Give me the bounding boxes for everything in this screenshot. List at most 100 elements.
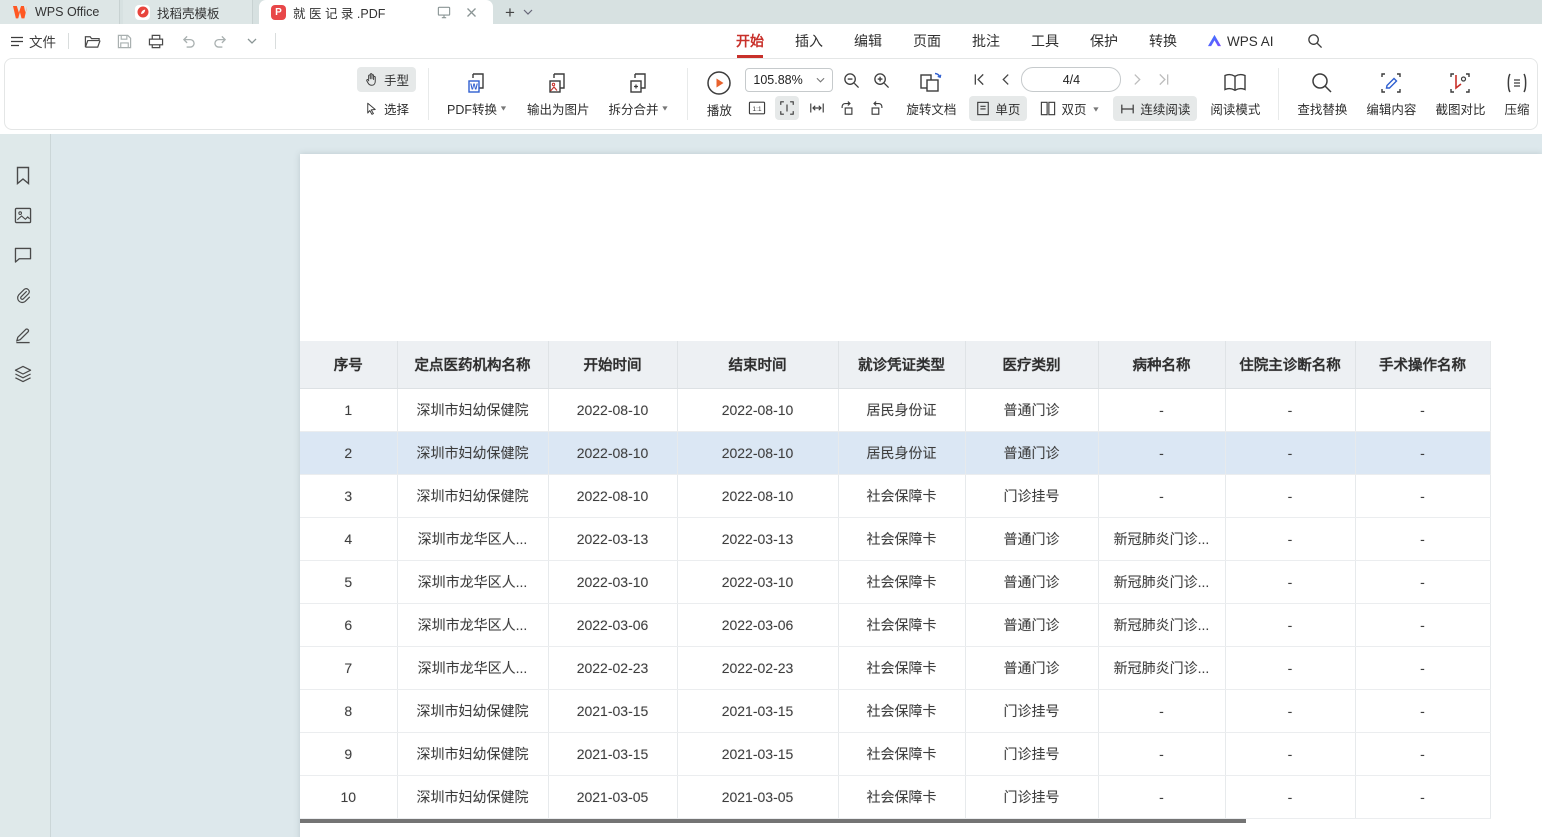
table-header-cell: 结束时间 [677, 341, 838, 388]
continuous-read-icon [1120, 102, 1135, 116]
last-page-button[interactable] [1153, 69, 1173, 91]
table-cell: - [1098, 474, 1225, 517]
table-cell: 1 [300, 388, 397, 431]
undo-icon[interactable] [177, 30, 199, 52]
read-mode-button[interactable]: 阅读模式 [1204, 67, 1266, 122]
tab-list-chevron-icon[interactable] [523, 9, 533, 15]
bookmark-icon[interactable] [13, 165, 33, 185]
menu-edit[interactable]: 编辑 [853, 27, 883, 55]
select-tool-button[interactable]: 选择 [357, 96, 416, 121]
rotate-document-button[interactable]: 旋转文档 [900, 67, 962, 122]
find-replace-button[interactable]: 查找替换 [1291, 67, 1353, 122]
print-icon[interactable] [145, 30, 167, 52]
table-row: 2深圳市妇幼保健院2022-08-102022-08-10居民身份证普通门诊--… [300, 431, 1490, 474]
next-page-button[interactable] [1127, 69, 1147, 91]
table-header-cell: 病种名称 [1098, 341, 1225, 388]
single-page-button[interactable]: 单页 [969, 96, 1027, 121]
zoom-in-button[interactable] [869, 68, 893, 92]
play-icon [706, 70, 732, 96]
pdf-page[interactable]: 序号定点医药机构名称开始时间结束时间就诊凭证类型医疗类别病种名称住院主诊断名称手… [300, 154, 1542, 837]
page-number-input[interactable] [1021, 67, 1121, 92]
menu-comment[interactable]: 批注 [971, 27, 1001, 55]
table-row: 1深圳市妇幼保健院2022-08-102022-08-10居民身份证普通门诊--… [300, 388, 1490, 431]
screenshot-compare-button[interactable]: 截图对比 [1429, 67, 1491, 122]
table-cell: - [1355, 388, 1490, 431]
table-horizontal-scrollbar[interactable] [300, 819, 1246, 823]
file-menu-button[interactable]: 文件 [10, 31, 56, 51]
table-cell: 深圳市妇幼保健院 [397, 388, 548, 431]
table-row: 9深圳市妇幼保健院2021-03-152021-03-15社会保障卡门诊挂号--… [300, 732, 1490, 775]
previous-page-button[interactable] [995, 69, 1015, 91]
table-cell: 2022-08-10 [548, 388, 677, 431]
table-cell: 2022-03-06 [677, 603, 838, 646]
play-button[interactable]: 播放 [700, 66, 738, 123]
left-sidebar [0, 134, 51, 837]
table-cell: 门诊挂号 [965, 732, 1098, 775]
tab-document-pdf[interactable]: P 就 医 记 录 .PDF [259, 0, 493, 24]
thumbnail-icon[interactable] [13, 205, 33, 225]
table-cell: - [1355, 732, 1490, 775]
table-cell: 2021-03-15 [677, 689, 838, 732]
ribbon-search-icon[interactable] [1307, 33, 1323, 49]
first-page-button[interactable] [969, 69, 989, 91]
continuous-read-button[interactable]: 连续阅读 [1113, 96, 1197, 121]
export-image-button[interactable]: 输出为图片 [521, 67, 596, 122]
layers-icon[interactable] [13, 364, 33, 384]
redo-icon[interactable] [209, 30, 231, 52]
tab-wps-office[interactable]: WPS Office [0, 0, 120, 24]
table-cell: - [1098, 775, 1225, 818]
menu-page[interactable]: 页面 [912, 27, 942, 55]
table-cell: 门诊挂号 [965, 474, 1098, 517]
table-cell: 居民身份证 [838, 388, 965, 431]
rotate-left-button[interactable] [835, 96, 859, 120]
table-cell: 深圳市龙华区人... [397, 603, 548, 646]
table-cell: 深圳市龙华区人... [397, 517, 548, 560]
tab-docer-templates[interactable]: 找稻壳模板 [123, 0, 253, 24]
table-cell: 2022-08-10 [548, 474, 677, 517]
menu-protect[interactable]: 保护 [1089, 27, 1119, 55]
zoom-level-select[interactable]: 105.88% [745, 68, 833, 92]
present-monitor-icon[interactable] [434, 2, 454, 22]
toolbar-card: 手型 选择 W PDF转换▼ 输出为图片 拆分合并▼ 播放 105.88% [4, 58, 1538, 130]
comment-icon[interactable] [13, 245, 33, 265]
ribbon-menus: 开始 插入 编辑 页面 批注 工具 保护 转换 WPS AI [735, 27, 1323, 55]
table-cell: 8 [300, 689, 397, 732]
attachment-icon[interactable] [13, 285, 33, 305]
undo-history-chevron-icon[interactable] [241, 30, 263, 52]
menu-tools[interactable]: 工具 [1030, 27, 1060, 55]
table-row: 8深圳市妇幼保健院2021-03-152021-03-15社会保障卡门诊挂号--… [300, 689, 1490, 732]
compress-button[interactable]: 压缩 [1498, 67, 1535, 122]
double-page-button[interactable]: 双页 ▼ [1033, 96, 1107, 121]
menu-home[interactable]: 开始 [735, 27, 765, 55]
split-merge-button[interactable]: 拆分合并▼ [602, 67, 675, 122]
fit-width-button[interactable] [805, 96, 829, 120]
actual-size-button[interactable]: 1:1 [745, 96, 769, 120]
rotate-right-button[interactable] [865, 96, 889, 120]
table-cell: 门诊挂号 [965, 775, 1098, 818]
table-cell: - [1225, 474, 1355, 517]
table-cell: 深圳市龙华区人... [397, 560, 548, 603]
table-cell: 社会保障卡 [838, 517, 965, 560]
save-icon[interactable] [113, 30, 135, 52]
wps-ai-button[interactable]: WPS AI [1207, 34, 1274, 49]
chevron-down-icon: ▼ [660, 104, 669, 112]
toolbar-region: 手型 选择 W PDF转换▼ 输出为图片 拆分合并▼ 播放 105.88% [0, 58, 1542, 134]
table-cell: 2021-03-05 [677, 775, 838, 818]
pdf-file-icon: P [271, 5, 286, 20]
fit-page-button[interactable] [775, 96, 799, 120]
table-cell: 普通门诊 [965, 388, 1098, 431]
zoom-out-button[interactable] [839, 68, 863, 92]
table-cell: 社会保障卡 [838, 775, 965, 818]
hand-tool-button[interactable]: 手型 [357, 67, 416, 92]
table-cell: 3 [300, 474, 397, 517]
edit-content-button[interactable]: 编辑内容 [1360, 67, 1422, 122]
pdf-convert-button[interactable]: W PDF转换▼ [441, 67, 514, 122]
close-tab-icon[interactable] [461, 2, 481, 22]
menu-insert[interactable]: 插入 [794, 27, 824, 55]
signature-icon[interactable] [13, 325, 33, 345]
menu-convert[interactable]: 转换 [1148, 27, 1178, 55]
table-row: 7深圳市龙华区人...2022-02-232022-02-23社会保障卡普通门诊… [300, 646, 1490, 689]
table-cell: - [1355, 474, 1490, 517]
new-tab-button[interactable]: + [505, 4, 515, 21]
open-file-icon[interactable] [81, 30, 103, 52]
